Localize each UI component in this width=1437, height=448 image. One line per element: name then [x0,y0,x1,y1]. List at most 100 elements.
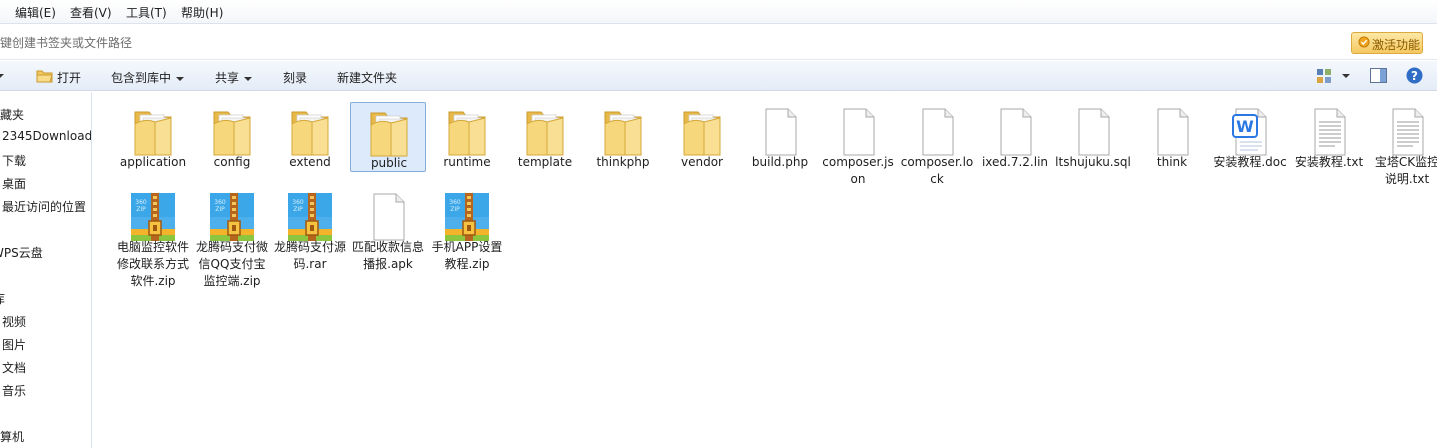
folder-icon [521,106,569,158]
navigation-pane: 收藏夹 2345Download 下载 桌面 最近访问的位置 WPS云盘 库 视… [0,92,92,448]
chevron-down-icon [176,76,185,81]
file-item[interactable]: ixed.7.2.lin [977,102,1053,172]
svg-text:360: 360 [135,199,147,206]
nav-videos[interactable]: 视频 [2,313,26,330]
nav-recent-places[interactable]: 最近访问的位置 [2,198,86,215]
folder-icon [208,106,256,158]
file-name-label: composer.lock [900,155,974,186]
menu-edit[interactable]: 编辑(E) [15,4,56,21]
file-item[interactable]: template [507,102,583,172]
open-button[interactable]: 打开 [57,69,81,86]
address-hint[interactable]: 键创建书签夹或文件路径 [0,34,132,51]
nav-favorites[interactable]: 收藏夹 [0,106,24,123]
file-name-label: 龙腾码支付源码.rar [273,240,346,271]
word-document-icon: W [1226,106,1274,158]
address-bar[interactable]: 键创建书签夹或文件路径 激活功能 [0,24,1437,60]
file-name-label: 安装教程.doc [1213,155,1287,169]
activate-label: 激活功能 [1372,38,1421,52]
file-name-label: ixed.7.2.lin [981,155,1049,169]
svg-text:ZIP: ZIP [450,206,460,213]
file-item[interactable]: vendor [664,102,740,172]
zip-archive-icon: 360 ZIP [286,191,334,243]
file-icon [991,106,1039,158]
zip-archive-icon: 360 ZIP [208,191,256,243]
menu-help[interactable]: 帮助(H) [181,4,223,21]
help-icon[interactable]: ? [1406,67,1423,84]
include-library-button[interactable]: 包含到库中 [111,69,185,86]
file-item[interactable]: composer.json [820,102,896,186]
nav-music[interactable]: 音乐 [2,382,26,399]
file-item[interactable]: 360 ZIP 手机APP设置教程.zip [429,187,505,305]
file-item[interactable]: 匹配收款信息播报.apk [350,187,426,305]
text-file-icon [1383,106,1431,158]
file-item[interactable]: think [1134,102,1210,172]
file-item[interactable]: extend [272,102,348,172]
nav-downloads[interactable]: 下载 [2,152,26,169]
file-name-label: 匹配收款信息播报.apk [351,240,424,271]
menu-view[interactable]: 查看(V) [70,4,112,21]
svg-text:W: W [1236,117,1254,136]
nav-2345download[interactable]: 2345Download [2,129,91,143]
new-folder-button[interactable]: 新建文件夹 [337,69,397,86]
file-item[interactable]: 宝塔CK监控说明.txt [1369,102,1437,186]
preview-pane-icon[interactable] [1370,68,1387,83]
nav-computer[interactable]: 计算机 [0,428,24,445]
folder-icon [599,106,647,158]
file-icon [834,106,882,158]
file-name-label: public [370,156,408,170]
organize-dropdown-arrow-icon[interactable] [0,74,4,78]
file-name-label: 宝塔CK监控说明.txt [1374,155,1437,186]
folder-icon [365,107,413,159]
burn-button[interactable]: 刻录 [283,69,307,86]
folder-icon [678,106,726,158]
file-item[interactable]: W 安装教程.doc [1212,102,1288,172]
file-list-view[interactable]: application config extend public runtime… [93,92,1437,448]
nav-wps-cloud[interactable]: WPS云盘 [0,244,43,261]
file-item[interactable]: 360 ZIP 电脑监控软件修改联系方式软件.zip [115,187,191,305]
file-item[interactable]: application [115,102,191,172]
open-folder-icon [36,70,53,83]
view-dropdown-arrow-icon[interactable] [1342,74,1350,78]
file-name-label: template [517,155,573,169]
file-icon [1069,106,1117,158]
file-icon [756,106,804,158]
file-name-label: 手机APP设置教程.zip [431,240,503,271]
svg-text:ZIP: ZIP [293,206,303,213]
nav-libraries[interactable]: 库 [0,290,5,307]
file-item[interactable]: public [350,102,426,172]
file-item[interactable]: runtime [429,102,505,172]
activate-button[interactable]: 激活功能 [1351,32,1423,54]
file-item[interactable]: thinkphp [585,102,661,172]
file-item[interactable]: 安装教程.txt [1291,102,1367,172]
file-name-label: thinkphp [596,155,650,169]
file-name-label: ltshujuku.sql [1055,155,1131,169]
file-name-label: think [1156,155,1188,169]
share-label: 共享 [215,71,240,85]
nav-pictures[interactable]: 图片 [2,336,26,353]
activate-icon [1358,36,1370,48]
nav-desktop[interactable]: 桌面 [2,175,26,192]
svg-text:360: 360 [292,199,304,206]
svg-text:?: ? [1411,69,1418,83]
file-icon [913,106,961,158]
svg-text:360: 360 [449,199,461,206]
file-item[interactable]: composer.lock [899,102,975,186]
file-icon [1148,106,1196,158]
file-name-label: config [213,155,251,169]
svg-text:360: 360 [214,199,226,206]
svg-text:ZIP: ZIP [136,206,146,213]
file-name-label: 龙腾码支付微信QQ支付宝监控端.zip [195,240,268,288]
file-item[interactable]: ltshujuku.sql [1055,102,1131,172]
menu-tools[interactable]: 工具(T) [126,4,167,21]
view-options-icon[interactable] [1316,68,1332,84]
file-name-label: runtime [443,155,491,169]
file-item[interactable]: 360 ZIP 龙腾码支付源码.rar [272,187,348,305]
menu-bar: 编辑(E) 查看(V) 工具(T) 帮助(H) [0,0,1437,24]
file-item[interactable]: config [194,102,270,172]
file-item[interactable]: build.php [742,102,818,172]
share-button[interactable]: 共享 [215,69,253,86]
file-icon [364,191,412,243]
nav-documents[interactable]: 文档 [2,359,26,376]
folder-icon [286,106,334,158]
file-item[interactable]: 360 ZIP 龙腾码支付微信QQ支付宝监控端.zip [194,187,270,305]
